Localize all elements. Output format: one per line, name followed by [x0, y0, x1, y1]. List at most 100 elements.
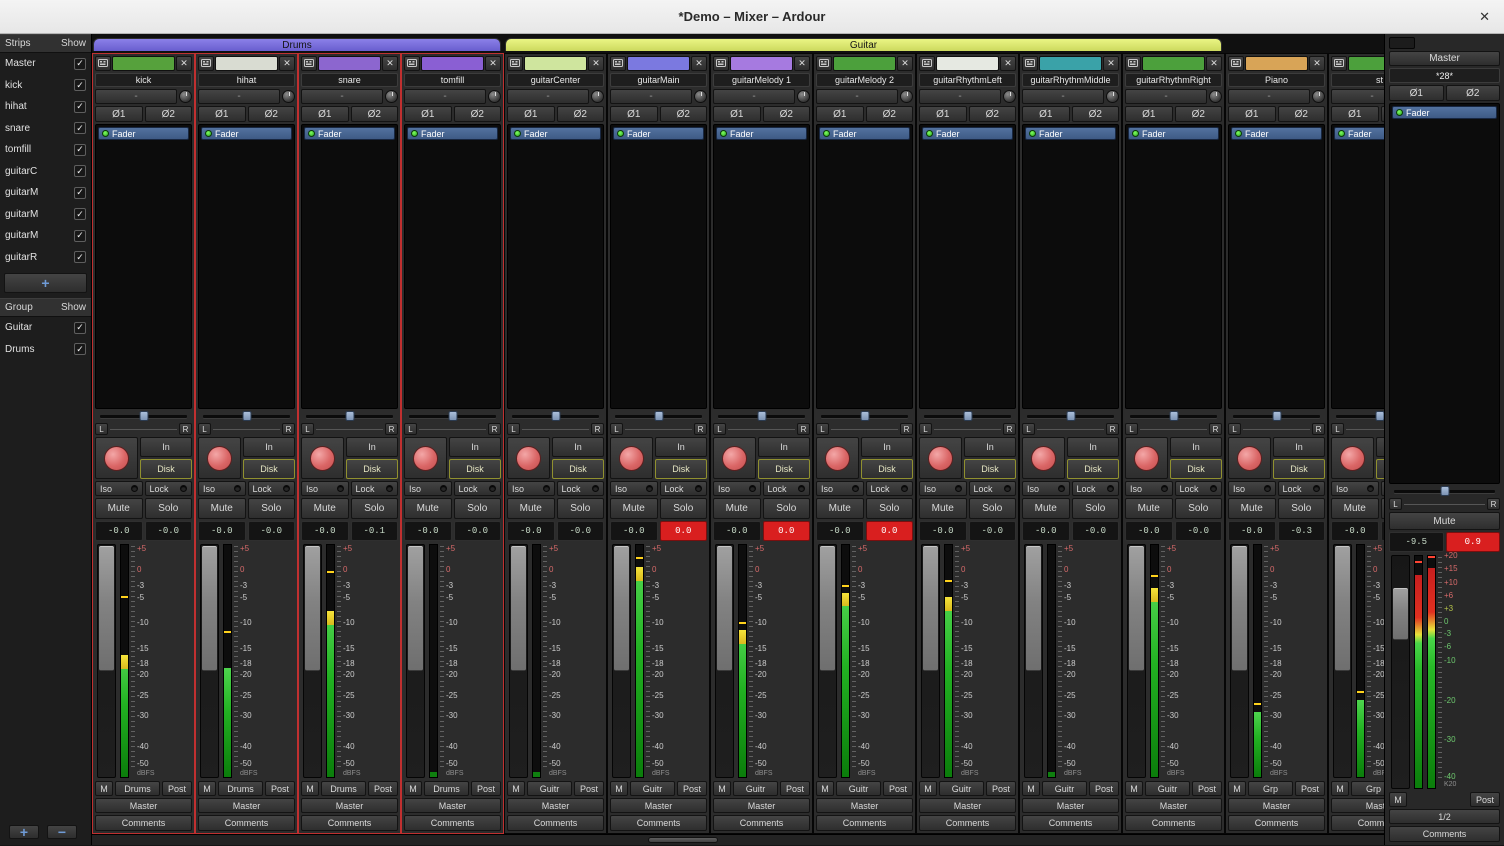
- width-toggle-button[interactable]: [610, 56, 626, 71]
- record-enable-button[interactable]: [816, 437, 859, 479]
- group-button[interactable]: Drums: [218, 781, 263, 796]
- channel-fader[interactable]: [1127, 544, 1146, 778]
- strip-name-button[interactable]: guitarMelody 1: [713, 73, 810, 87]
- peak-display[interactable]: -0.0: [248, 521, 296, 541]
- record-enable-button[interactable]: [1022, 437, 1065, 479]
- gain-display[interactable]: -0.0: [1331, 521, 1379, 541]
- group-tab-guitar[interactable]: Guitar: [505, 38, 1222, 51]
- track-color-swatch[interactable]: [421, 56, 484, 71]
- meter-point-button[interactable]: Post: [1089, 781, 1119, 796]
- meter-point-button[interactable]: Post: [574, 781, 604, 796]
- input-button[interactable]: -: [713, 89, 795, 104]
- input-button[interactable]: -: [95, 89, 177, 104]
- group-button[interactable]: Grp: [1248, 781, 1293, 796]
- pan-handle[interactable]: [963, 411, 972, 421]
- add-group-button[interactable]: +: [9, 825, 39, 839]
- solo-button[interactable]: Solo: [454, 498, 502, 519]
- master-comments-button[interactable]: Comments: [1389, 826, 1500, 842]
- fader-grip[interactable]: [202, 546, 217, 671]
- input-button[interactable]: -: [1125, 89, 1207, 104]
- pan-handle[interactable]: [448, 411, 457, 421]
- processor-active-led[interactable]: [1338, 130, 1345, 137]
- solo-button[interactable]: Solo: [1381, 498, 1385, 519]
- m-button[interactable]: M: [816, 781, 834, 796]
- processor-box[interactable]: Fader: [95, 124, 192, 409]
- master-meter-point-button[interactable]: Post: [1470, 792, 1500, 807]
- pan-handle[interactable]: [1375, 411, 1384, 421]
- channel-fader[interactable]: [1024, 544, 1043, 778]
- fader-processor[interactable]: Fader: [407, 127, 498, 140]
- show-checkbox[interactable]: ✓: [74, 79, 86, 91]
- m-button[interactable]: M: [507, 781, 525, 796]
- phase1-button[interactable]: Ø1: [95, 106, 143, 122]
- phase2-button[interactable]: Ø2: [351, 106, 399, 122]
- sidebar-strip-item[interactable]: guitarR ✓: [0, 247, 91, 269]
- strip-name-button[interactable]: guitarCenter: [507, 73, 604, 87]
- solo-isolate-button[interactable]: Iso: [1228, 481, 1276, 496]
- pan-slider[interactable]: [613, 411, 704, 421]
- comments-button[interactable]: Comments: [610, 815, 707, 831]
- pan-handle[interactable]: [345, 411, 354, 421]
- mute-button[interactable]: Mute: [1125, 498, 1173, 519]
- m-button[interactable]: M: [1022, 781, 1040, 796]
- channel-fader[interactable]: [921, 544, 940, 778]
- solo-isolate-button[interactable]: Iso: [1125, 481, 1173, 496]
- solo-lock-button[interactable]: Lock: [557, 481, 605, 496]
- meter-point-button[interactable]: Post: [1192, 781, 1222, 796]
- mute-button[interactable]: Mute: [1022, 498, 1070, 519]
- phase2-button[interactable]: Ø2: [1072, 106, 1120, 122]
- comments-button[interactable]: Comments: [404, 815, 501, 831]
- solo-isolate-button[interactable]: Iso: [95, 481, 143, 496]
- m-button[interactable]: M: [919, 781, 937, 796]
- mute-button[interactable]: Mute: [507, 498, 555, 519]
- group-button[interactable]: Guitr: [1042, 781, 1087, 796]
- width-toggle-button[interactable]: [198, 56, 214, 71]
- gain-display[interactable]: -0.0: [95, 521, 143, 541]
- processor-active-led[interactable]: [514, 130, 521, 137]
- solo-isolate-button[interactable]: Iso: [919, 481, 967, 496]
- fader-grip[interactable]: [614, 546, 629, 671]
- output-button[interactable]: Master: [610, 798, 707, 813]
- gain-display[interactable]: -0.0: [816, 521, 864, 541]
- fader-grip[interactable]: [408, 546, 423, 671]
- width-toggle-button[interactable]: [95, 56, 111, 71]
- fader-grip[interactable]: [820, 546, 835, 671]
- processor-active-led[interactable]: [1396, 109, 1403, 116]
- remove-group-button[interactable]: −: [47, 825, 77, 839]
- phase2-button[interactable]: Ø2: [969, 106, 1017, 122]
- fader-processor[interactable]: Fader: [201, 127, 292, 140]
- solo-isolate-button[interactable]: Iso: [507, 481, 555, 496]
- pan-handle[interactable]: [551, 411, 560, 421]
- fader-processor[interactable]: Fader: [98, 127, 189, 140]
- gain-display[interactable]: -0.0: [713, 521, 761, 541]
- output-button[interactable]: Master: [816, 798, 913, 813]
- trim-knob[interactable]: [694, 90, 707, 103]
- master-io-button[interactable]: 1/2: [1389, 809, 1500, 824]
- channel-fader[interactable]: [303, 544, 322, 778]
- fader-grip[interactable]: [1335, 546, 1350, 671]
- show-checkbox[interactable]: ✓: [74, 322, 86, 334]
- trim-knob[interactable]: [179, 90, 192, 103]
- processor-box[interactable]: Fader: [198, 124, 295, 409]
- pan-handle[interactable]: [860, 411, 869, 421]
- strip-name-button[interactable]: guitarRhythmLeft: [919, 73, 1016, 87]
- processor-active-led[interactable]: [1029, 130, 1036, 137]
- pan-handle[interactable]: [1066, 411, 1075, 421]
- trim-knob[interactable]: [1003, 90, 1016, 103]
- peak-display[interactable]: 0.0: [660, 521, 708, 541]
- show-checkbox[interactable]: ✓: [74, 208, 86, 220]
- meter-point-button[interactable]: Post: [1295, 781, 1325, 796]
- group-button[interactable]: Guitr: [1145, 781, 1190, 796]
- channel-fader[interactable]: [715, 544, 734, 778]
- channel-fader[interactable]: [1230, 544, 1249, 778]
- show-checkbox[interactable]: ✓: [74, 58, 86, 70]
- monitor-input-button[interactable]: In: [655, 437, 707, 457]
- trim-knob[interactable]: [1312, 90, 1325, 103]
- monitor-disk-button[interactable]: Disk: [346, 459, 398, 479]
- mute-button[interactable]: Mute: [610, 498, 658, 519]
- processor-active-led[interactable]: [617, 130, 624, 137]
- sidebar-group-item[interactable]: Drums ✓: [0, 339, 91, 361]
- input-button[interactable]: -: [1331, 89, 1384, 104]
- channel-fader[interactable]: [509, 544, 528, 778]
- master-processor-box[interactable]: Fader: [1389, 103, 1500, 484]
